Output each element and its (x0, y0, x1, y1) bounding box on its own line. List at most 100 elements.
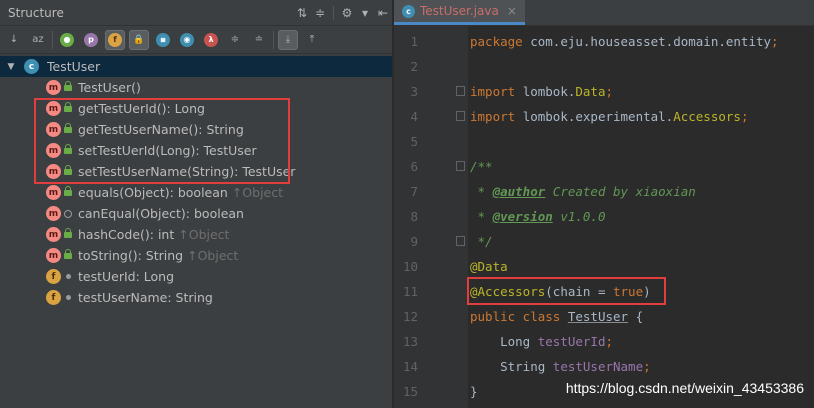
code-token: * (470, 209, 493, 224)
show-fields-icon[interactable]: f (105, 29, 125, 50)
show-lambdas-icon[interactable]: ⧆ (153, 30, 173, 50)
show-lambda-icon-glyph: λ (204, 32, 218, 47)
toolbar-divider (52, 30, 53, 49)
sort-icon[interactable]: ⇅ (293, 6, 311, 20)
structure-tree: ▼ c TestUser m TestUser() m getTestUerId(): Lo… (0, 56, 392, 308)
tree-item[interactable]: m getTestUerId(): Long (0, 98, 392, 119)
code-text: public class TestUser { (470, 304, 643, 329)
code-editor[interactable]: 1 package com.eju.houseasset.domain.entit… (394, 26, 814, 408)
line-number: 10 (402, 259, 418, 274)
public-lock-icon (63, 122, 73, 135)
method-icon: m (46, 143, 61, 158)
expand-all-icon[interactable]: ≑ (225, 30, 245, 50)
sort-visibility-icon[interactable]: ↓ (4, 30, 24, 50)
expand-icon[interactable]: ≑ (311, 6, 329, 20)
method-icon: m (46, 164, 61, 179)
code-line: 10 @Data (394, 254, 814, 279)
class-icon: c (24, 59, 39, 74)
line-number: 2 (410, 59, 418, 74)
autoscroll-from-source-icon-glyph: ⤒ (309, 34, 315, 45)
code-token: true (613, 284, 644, 299)
sort-alpha-icon[interactable]: az (28, 30, 48, 50)
code-token: TestUser (567, 309, 629, 324)
line-number: 9 (410, 234, 418, 249)
expand-arrow-icon[interactable]: ▼ (4, 62, 18, 72)
line-number: 6 (410, 159, 418, 174)
line-number: 14 (402, 359, 418, 374)
line-number: 13 (402, 334, 418, 349)
line-number: 11 (402, 284, 418, 299)
line-number: 15 (402, 384, 418, 399)
fold-marker-icon[interactable] (456, 86, 465, 96)
structure-header: Structure ⇅ ≑ ⚙ ▾ ⇤ (0, 0, 392, 26)
code-token: ; (771, 34, 779, 49)
autoscroll-from-source-icon[interactable]: ⤒ (302, 30, 322, 50)
fold-marker-icon[interactable] (456, 161, 465, 171)
show-non-public-icon-glyph: 🔒 (133, 34, 145, 45)
tree-item[interactable]: m equals(Object): boolean ↑Object (0, 182, 392, 203)
field-icon: f (46, 269, 61, 284)
code-text: String testUserName; (470, 354, 651, 379)
tree-item[interactable]: f testUerId: Long (0, 266, 392, 287)
gear-icon[interactable]: ⚙ (338, 6, 356, 20)
show-properties-p-icon[interactable]: p (81, 30, 101, 50)
show-non-public-icon[interactable]: 🔒 (129, 29, 149, 50)
code-line: 12 public class TestUser { (394, 304, 814, 329)
code-text: import lombok.experimental.Accessors; (470, 104, 748, 129)
tab-testuser-java[interactable]: c TestUser.java × (394, 0, 525, 25)
tree-item[interactable]: m setTestUserName(String): TestUser (0, 161, 392, 182)
code-token: import (470, 109, 523, 124)
code-token: import (470, 84, 523, 99)
code-text: /** (470, 154, 493, 179)
code-token: (chain = (545, 284, 613, 299)
tree-item[interactable]: m hashCode(): int ↑Object (0, 224, 392, 245)
public-lock-icon (63, 101, 73, 114)
line-number: 5 (410, 134, 418, 149)
chevron-down-icon[interactable]: ▾ (356, 6, 374, 20)
tree-item[interactable]: f testUserName: String (0, 287, 392, 308)
code-token: @Data (470, 259, 508, 274)
tree-item[interactable]: m canEqual(Object): boolean (0, 203, 392, 224)
show-properties-icon[interactable]: ● (57, 30, 77, 50)
autoscroll-to-source-icon[interactable]: ⤓ (278, 29, 298, 50)
public-lock-icon (63, 227, 73, 240)
tree-item[interactable]: m getTestUserName(): String (0, 119, 392, 140)
tree-item[interactable]: m toString(): String ↑Object (0, 245, 392, 266)
code-token: ; (740, 109, 749, 124)
fold-marker-icon[interactable] (456, 236, 465, 246)
collapse-all-icon-glyph: ≐ (254, 34, 264, 45)
code-line: 5 (394, 129, 814, 154)
fold-marker-icon[interactable] (456, 111, 465, 121)
show-lambda-icon[interactable]: λ (201, 30, 221, 50)
code-token: testUerId (537, 334, 606, 349)
header-divider (333, 5, 334, 20)
tree-item[interactable]: m setTestUerId(Long): TestUser (0, 140, 392, 161)
code-line: 11 @Accessors(chain = true) (394, 279, 814, 304)
inherited-from-label: ↑Object (231, 185, 284, 200)
watermark: https://blog.csdn.net/weixin_43453386 (565, 380, 804, 396)
code-token: @Accessors (470, 284, 546, 299)
code-text: } (470, 379, 478, 404)
collapse-all-icon[interactable]: ≐ (249, 30, 269, 50)
code-line: 2 (394, 54, 814, 79)
tree-item-label: toString(): String (78, 248, 184, 263)
tree-item-label: canEqual(Object): boolean (78, 206, 244, 221)
tree-root-testuser[interactable]: ▼ c TestUser (0, 56, 392, 77)
tree-item-label: getTestUerId(): Long (78, 101, 205, 116)
field-icon: f (46, 290, 61, 305)
code-token: ; (643, 359, 651, 374)
method-icon: m (46, 101, 61, 116)
tree-item-label: equals(Object): boolean (78, 185, 228, 200)
method-icon: m (46, 185, 61, 200)
structure-title: Structure (8, 5, 64, 20)
public-lock-icon (63, 143, 73, 156)
code-token: Created by xiaoxian (545, 184, 696, 199)
toolbar-divider (273, 30, 274, 49)
package-private-dot-icon (63, 272, 73, 282)
close-icon[interactable]: × (507, 4, 517, 18)
code-line: 3 import lombok.Data; (394, 79, 814, 104)
code-token: lombok. (522, 84, 576, 99)
hide-panel-icon[interactable]: ⇤ (374, 6, 392, 20)
tree-item[interactable]: m TestUser() (0, 77, 392, 98)
show-anonymous-icon[interactable]: ◉ (177, 30, 197, 50)
